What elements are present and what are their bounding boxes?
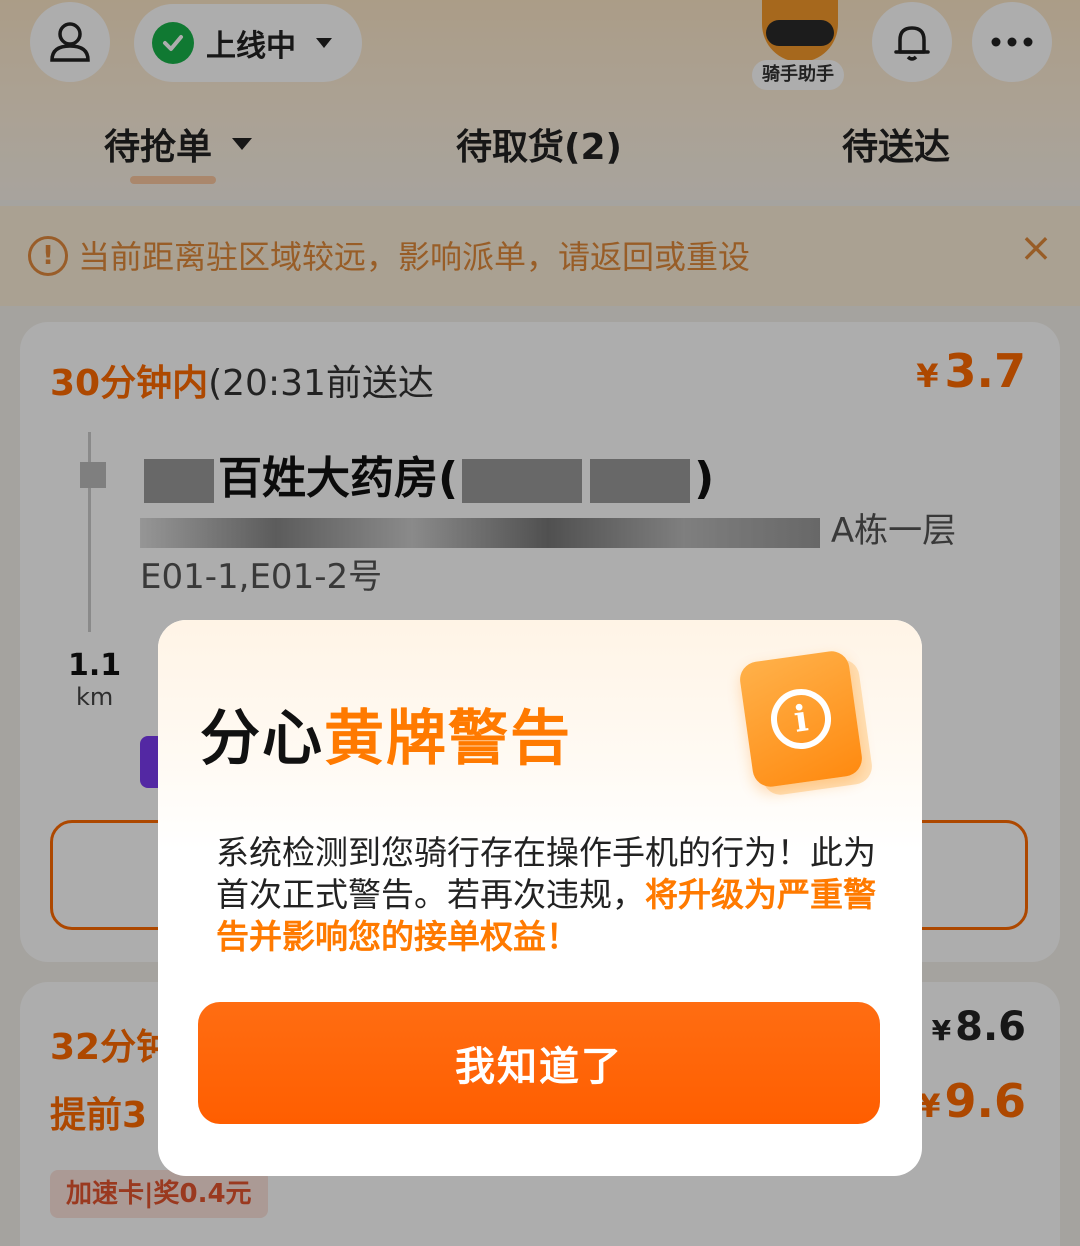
dialog-title: 分心黄牌警告 (200, 690, 572, 777)
dialog-message: 系统检测到您骑行存在操作手机的行为！此为首次正式警告。若再次违规，将升级为严重警… (216, 832, 876, 958)
title-orange: 黄牌警告 (324, 704, 572, 774)
info-symbol: i (767, 685, 835, 753)
info-icon: i (737, 648, 865, 790)
acknowledge-button[interactable]: 我知道了 (198, 1002, 880, 1124)
title-black: 分心 (200, 704, 324, 774)
warning-dialog: 分心黄牌警告 i 系统检测到您骑行存在操作手机的行为！此为首次正式警告。若再次违… (158, 620, 922, 1176)
